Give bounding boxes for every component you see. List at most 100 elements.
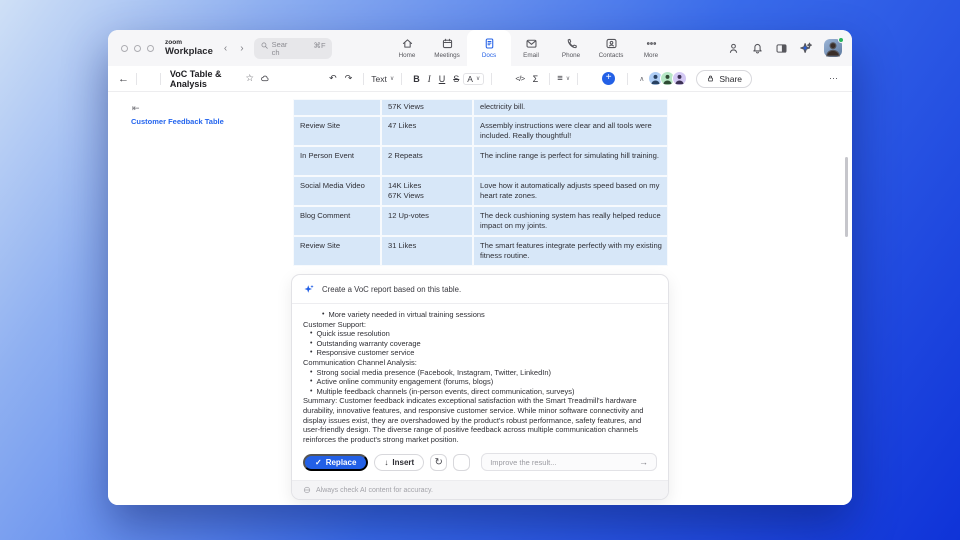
back-button[interactable]: ← bbox=[118, 73, 129, 85]
refresh-icon: ↻ bbox=[434, 457, 442, 468]
italic-button[interactable]: I bbox=[424, 74, 435, 84]
titlebar: zoom Workplace ‹ › Search ⌘F Home Meetin… bbox=[108, 30, 852, 66]
notifications-bell-icon[interactable] bbox=[751, 42, 764, 55]
regenerate-button[interactable]: ↻ bbox=[430, 454, 447, 471]
table-cell[interactable] bbox=[293, 99, 381, 116]
underline-button[interactable]: U bbox=[435, 74, 450, 84]
alignment-dropdown[interactable]: ≡∨ bbox=[557, 73, 570, 84]
table-cell[interactable]: The deck cushioning system has really he… bbox=[473, 206, 668, 236]
trash-icon bbox=[457, 457, 467, 467]
table-cell[interactable]: Blog Comment bbox=[293, 206, 381, 236]
ai-insert-button[interactable]: + bbox=[602, 72, 615, 85]
table-cell[interactable]: 31 Likes bbox=[381, 236, 473, 266]
zoom-workplace-window: zoom Workplace ‹ › Search ⌘F Home Meetin… bbox=[108, 30, 852, 505]
close-window-button[interactable] bbox=[121, 45, 128, 52]
favorite-star-icon[interactable]: ☆ bbox=[246, 73, 255, 84]
outline-item-customer-feedback-table[interactable]: Customer Feedback Table bbox=[131, 117, 224, 126]
history-back-button[interactable]: ‹ bbox=[224, 43, 227, 54]
strikethrough-button[interactable]: S bbox=[449, 74, 463, 84]
improve-result-input[interactable]: Improve the result... → bbox=[481, 453, 657, 471]
table-cell[interactable]: 47 Likes bbox=[381, 116, 473, 146]
toolbar-more-button[interactable]: ⋯ bbox=[825, 73, 842, 84]
table-cell[interactable]: 12 Up-votes bbox=[381, 206, 473, 236]
table-cell[interactable]: electricity bill. bbox=[473, 99, 668, 116]
home-icon bbox=[401, 37, 414, 50]
redo-button[interactable]: ↷ bbox=[341, 73, 357, 84]
table-cell[interactable]: Assembly instructions were clear and all… bbox=[473, 116, 668, 146]
nav-tab-email[interactable]: Email bbox=[511, 30, 551, 66]
ai-report-body: •More variety needed in virtual training… bbox=[292, 304, 668, 447]
vertical-scrollbar[interactable] bbox=[845, 157, 848, 237]
nav-tab-contacts[interactable]: Contacts bbox=[591, 30, 631, 66]
phone-icon bbox=[565, 37, 578, 50]
table-cell[interactable]: Review Site bbox=[293, 236, 381, 266]
nav-tab-meetings[interactable]: Meetings bbox=[427, 30, 467, 66]
font-color-dropdown[interactable]: A∨ bbox=[463, 73, 484, 85]
doc-title: VoC Table & Analysis bbox=[170, 69, 241, 89]
zoom-workplace-logo: zoom Workplace bbox=[165, 40, 213, 57]
insert-button[interactable]: ↓ Insert bbox=[374, 454, 424, 471]
doc-home-icon[interactable] bbox=[144, 73, 153, 85]
bullet-dot: • bbox=[310, 329, 312, 339]
lock-icon bbox=[706, 74, 715, 83]
minimize-window-button[interactable] bbox=[134, 45, 141, 52]
table-cell[interactable]: The incline range is perfect for simulat… bbox=[473, 146, 668, 176]
bullet-dot: • bbox=[310, 368, 312, 378]
doc-toolbar: ← VoC Table & Analysis ☆ ↶ ↷ Text∨ B I U… bbox=[108, 66, 852, 92]
table-row: Blog Comment12 Up-votesThe deck cushioni… bbox=[293, 206, 668, 236]
search-input[interactable]: Search ⌘F bbox=[254, 38, 332, 59]
video-call-icon[interactable] bbox=[761, 72, 774, 85]
replace-button[interactable]: ✓ Replace bbox=[303, 454, 368, 471]
table-cell[interactable]: Review Site bbox=[293, 116, 381, 146]
nav-tab-home[interactable]: Home bbox=[387, 30, 427, 66]
bold-button[interactable]: B bbox=[409, 74, 424, 84]
ai-report-text: Summary: Customer feedback indicates exc… bbox=[303, 396, 657, 444]
table-cell[interactable]: 2 Repeats bbox=[381, 146, 473, 176]
table-cell[interactable]: In Person Event bbox=[293, 146, 381, 176]
search-shortcut: ⌘F bbox=[313, 41, 325, 50]
delete-result-button[interactable] bbox=[453, 454, 470, 471]
text-style-dropdown[interactable]: Text∨ bbox=[371, 74, 394, 84]
ai-report-text: Customer Support: bbox=[303, 320, 657, 330]
user-avatar[interactable] bbox=[824, 39, 842, 57]
nav-tab-docs[interactable]: Docs bbox=[467, 30, 511, 66]
bullet-dot: • bbox=[310, 377, 312, 387]
ai-report-bullet: •Strong social media presence (Facebook,… bbox=[303, 368, 657, 378]
formula-button[interactable]: Σ bbox=[529, 74, 543, 84]
chevron-down-icon: ∨ bbox=[566, 75, 570, 82]
table-row: Review Site47 LikesAssembly instructions… bbox=[293, 116, 668, 146]
chat-icon[interactable] bbox=[783, 73, 795, 85]
table-cell[interactable]: 57K Views bbox=[381, 99, 473, 116]
check-icon: ✓ bbox=[315, 458, 322, 467]
improve-placeholder: Improve the result... bbox=[490, 458, 556, 467]
table-cell[interactable]: The smart features integrate perfectly w… bbox=[473, 236, 668, 266]
collapse-toolbar-button[interactable]: ∧ bbox=[635, 75, 648, 83]
ai-report-bullet: •Outstanding warranty coverage bbox=[303, 339, 657, 349]
cloud-sync-icon bbox=[260, 72, 270, 85]
table-cell[interactable]: 14K Likes 67K Views bbox=[381, 176, 473, 206]
table-cell[interactable]: Love how it automatically adjusts speed … bbox=[473, 176, 668, 206]
side-panel-toggle-icon[interactable] bbox=[775, 42, 788, 55]
collapse-outline-icon[interactable]: ⇤ bbox=[132, 103, 140, 114]
ai-report-bullet: •More variety needed in virtual training… bbox=[303, 310, 657, 320]
profile-icon[interactable] bbox=[727, 42, 740, 55]
ai-report-bullet: •Active online community engagement (for… bbox=[303, 377, 657, 387]
comment-icon[interactable] bbox=[585, 73, 597, 85]
ai-report-text: Communication Channel Analysis: bbox=[303, 358, 657, 368]
feedback-table: 57K Viewselectricity bill.Review Site47 … bbox=[293, 99, 668, 266]
nav-tab-more[interactable]: More bbox=[631, 30, 671, 66]
undo-button[interactable]: ↶ bbox=[325, 73, 341, 84]
history-forward-button[interactable]: › bbox=[240, 43, 243, 54]
globe-icon[interactable] bbox=[804, 73, 816, 85]
link-icon[interactable] bbox=[499, 73, 511, 85]
collaborator-avatars bbox=[648, 71, 687, 86]
ai-companion-sparkle-icon[interactable] bbox=[799, 41, 813, 55]
nav-tab-phone[interactable]: Phone bbox=[551, 30, 591, 66]
code-block-button[interactable]: </> bbox=[511, 74, 528, 83]
submit-arrow-icon[interactable]: → bbox=[639, 457, 648, 467]
collaborator-avatar[interactable] bbox=[672, 71, 687, 86]
table-cell[interactable]: Social Media Video bbox=[293, 176, 381, 206]
chevron-down-icon: ∨ bbox=[476, 75, 480, 82]
maximize-window-button[interactable] bbox=[147, 45, 154, 52]
share-button[interactable]: Share bbox=[696, 70, 752, 88]
